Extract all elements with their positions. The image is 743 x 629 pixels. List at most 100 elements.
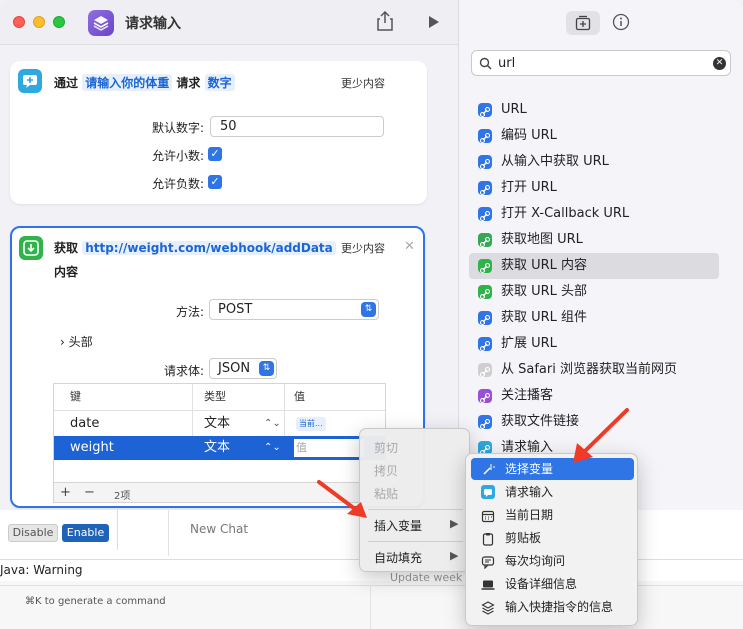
divider [168,506,169,556]
disable-button[interactable]: Disable [8,524,58,542]
prefix-text: 获取 [54,241,79,255]
insert-variable-menu-item[interactable]: 插入变量 [374,517,422,534]
chevron-right-icon: › [60,335,65,349]
clipboard-menu-item[interactable]: 剪贴板 [471,527,634,549]
prompt-chip[interactable]: 请输入你的体重 [82,74,173,91]
shortcut-input-menu-item[interactable]: 输入快捷指令的信息 [471,596,634,618]
action-result-item[interactable]: 扩展 URL [469,331,719,357]
remove-row-button[interactable]: − [84,485,95,500]
method-select[interactable]: POST ⇅ [209,299,379,320]
cut-menu-item[interactable]: 剪切 [374,439,398,456]
action-result-label: 打开 X-Callback URL [501,206,630,221]
table-row[interactable]: weight 文本 ⌃⌄ 值 [54,436,385,460]
ask-input-summary: 通过 请输入你的体重 请求 数字 [54,74,235,91]
shortcuts-layers-icon [481,600,495,615]
action-result-label: 获取 URL 头部 [501,284,588,299]
default-number-field[interactable]: 50 [210,116,384,137]
paste-menu-item[interactable]: 粘贴 [374,485,398,502]
action-result-label: 编码 URL [501,128,557,143]
action-result-item[interactable]: 编码 URL [469,123,719,149]
chevron-right-icon: ▶ [450,549,459,562]
action-result-item[interactable]: 打开 X-Callback URL [469,201,719,227]
action-search-box[interactable]: ✕ [471,50,731,76]
minimize-window-button[interactable] [33,16,45,28]
current-date-menu-item[interactable]: 当前日期 [471,504,634,526]
allow-negatives-checkbox[interactable]: ✓ [208,175,222,189]
autofill-menu-item[interactable]: 自动填充 [374,549,422,566]
headers-disclosure[interactable]: › 头部 [60,333,93,350]
chevron-up-down-icon[interactable]: ⌃⌄ [264,412,281,436]
allow-decimals-checkbox[interactable]: ✓ [208,147,222,161]
copy-menu-item[interactable]: 拷贝 [374,462,398,479]
run-icon[interactable] [428,15,440,32]
enable-button[interactable]: Enable [62,524,109,542]
action-result-label: 从输入中获取 URL [501,154,609,169]
method-label: 方法: [175,305,204,319]
body-value: JSON [218,361,251,376]
row-type: 文本 [204,440,231,455]
action-result-item[interactable]: 从 Safari 浏览器获取当前网页 [469,357,719,383]
ask-each-time-menu-item[interactable]: 每次均询问 [471,550,634,572]
divider [117,506,118,550]
submenu-label: 请求输入 [505,485,554,499]
url-chip[interactable]: http://weight.com/webhook/addData [82,241,336,255]
chevron-up-down-icon[interactable]: ⌃⌄ [264,436,281,460]
clipboard-icon [481,531,495,546]
warning-text: Java: Warning [0,563,83,577]
show-less-button[interactable]: 更少内容 [341,75,385,91]
remove-action-icon[interactable]: ✕ [404,239,415,254]
device-details-menu-item[interactable]: 设备详细信息 [471,573,634,595]
action-result-item[interactable]: 从输入中获取 URL [469,149,719,175]
action-result-item[interactable]: 获取地图 URL [469,227,719,253]
new-chat-label[interactable]: New Chat [190,522,248,536]
row-value-field[interactable]: 值 [294,439,364,457]
window-title: 请求输入 [125,16,181,32]
clear-search-icon[interactable]: ✕ [713,57,726,70]
column-header-key: 键 [70,390,81,403]
action-icon [478,415,492,430]
input-type-chip[interactable]: 数字 [204,74,235,91]
close-window-button[interactable] [13,16,25,28]
share-icon[interactable] [377,10,393,34]
action-result-label: 扩展 URL [501,336,557,351]
current-date-token[interactable]: 当前... [296,416,326,431]
action-icon [478,389,492,404]
command-hint[interactable]: ⌘K to generate a command [25,596,166,607]
allow-negatives-label: 允许负数: [151,177,204,191]
chevron-right-icon: ▶ [450,517,459,530]
action-result-item[interactable]: URL [469,97,719,123]
body-select[interactable]: JSON ⇅ [209,358,277,379]
action-icon [478,259,492,274]
row-key: date [70,416,100,431]
row-count: 2项 [114,491,131,502]
action-result-item[interactable]: 获取 URL 头部 [469,279,719,305]
column-header-value: 值 [294,390,305,403]
info-icon[interactable] [612,13,630,34]
search-input[interactable] [498,55,698,72]
table-row[interactable]: date 文本 ⌃⌄ 当前... [54,412,385,436]
add-row-button[interactable]: + [60,485,71,500]
column-header-type: 类型 [204,390,226,403]
action-result-item[interactable]: 获取 URL 内容 [469,253,719,279]
body-label: 请求体: [163,364,204,378]
zoom-window-button[interactable] [53,16,65,28]
action-result-label: 获取 URL 组件 [501,310,588,325]
action-icon [478,363,492,378]
update-text: Update week [390,571,463,584]
verb-text: 请求 [176,76,201,90]
ask-input-menu-item[interactable]: 请求输入 [471,481,634,503]
calendar-icon [481,508,495,523]
submenu-label: 当前日期 [505,508,554,522]
context-menu: 剪切 拷贝 粘贴 插入变量 ▶ 自动填充 ▶ [359,428,470,572]
ask-for-input-action[interactable]: 通过 请输入你的体重 请求 数字 更少内容 默认数字: 50 允许小数: ✓ 允… [10,61,427,204]
add-action-icon[interactable] [566,11,600,35]
action-icon [478,129,492,144]
shortcut-icon[interactable] [88,10,114,36]
action-result-item[interactable]: 打开 URL [469,175,719,201]
titlebar: 请求输入 [0,0,458,45]
show-less-button[interactable]: 更少内容 [341,240,385,256]
action-icon [478,207,492,222]
action-icon [478,103,492,118]
row-value-token[interactable]: 当前... [296,412,326,436]
action-result-item[interactable]: 获取 URL 组件 [469,305,719,331]
